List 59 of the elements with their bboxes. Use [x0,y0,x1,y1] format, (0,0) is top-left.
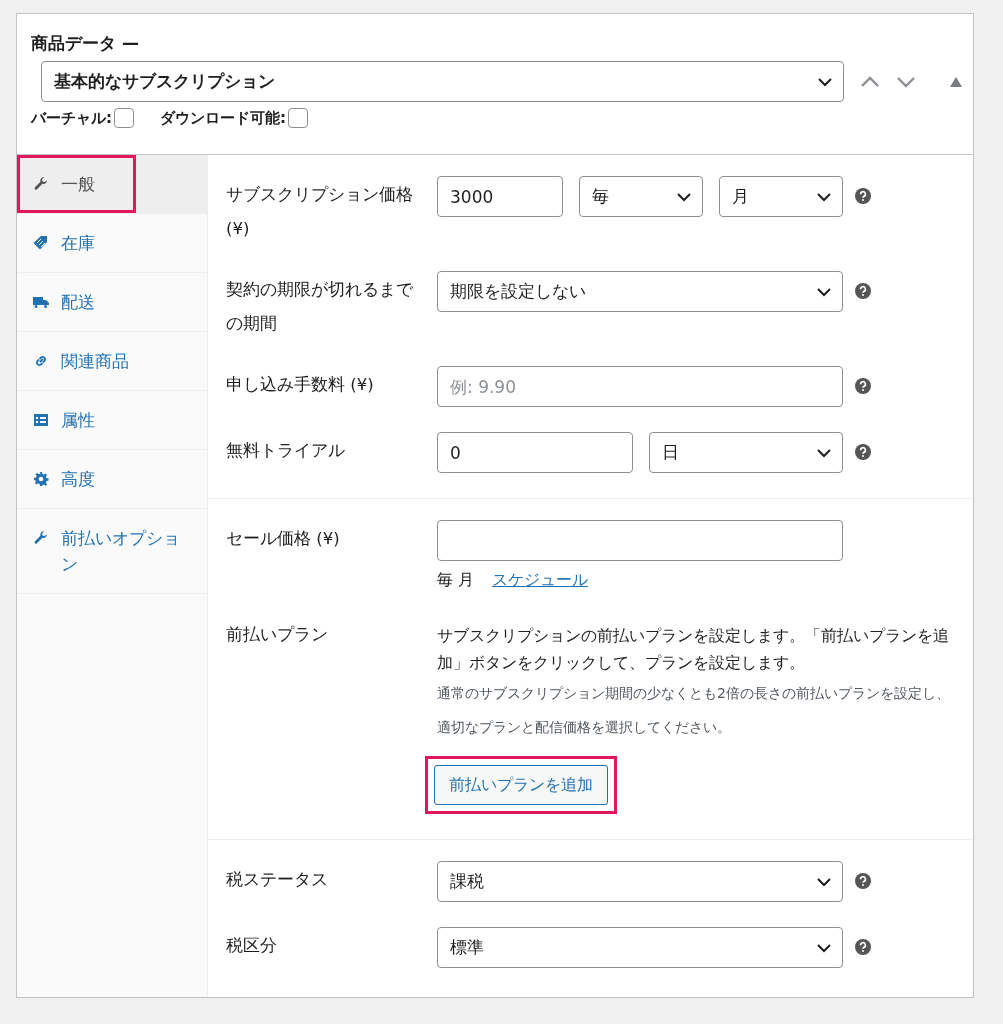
select-field[interactable]: 毎 [579,176,703,217]
option-label: ダウンロード可能: [160,108,286,128]
product-type-select[interactable]: 基本的なサブスクリプション [41,61,844,102]
collapse-icon[interactable] [950,76,962,87]
help-icon[interactable] [855,444,871,460]
chevron-down-icon [816,191,832,202]
chevron-down-icon [816,942,832,953]
select-field[interactable]: 日 [649,432,843,473]
select-field[interactable]: 標準 [437,927,843,968]
chevron-down-icon [816,286,832,297]
link-icon [33,353,49,369]
help-icon[interactable] [855,188,871,204]
description-text: サブスクリプションの前払いプランを設定します。「前払いプランを追加」ボタンをクリックして、プランを設定します。 [437,625,950,674]
field-label: 税ステータス [226,869,329,891]
list-card-icon [33,412,49,428]
select-field[interactable]: 月 [719,176,843,217]
move-down-icon[interactable] [896,75,916,88]
field-label: サブスクリプション価格 (¥) [226,184,414,240]
help-icon[interactable] [855,378,871,394]
panel-title: 商品データ — [31,32,140,55]
field-label: 前払いプラン [226,624,329,646]
field-label: セール価格 (¥) [226,528,341,550]
move-up-icon[interactable] [860,75,880,88]
checkbox[interactable] [114,108,134,128]
add-prepay-plan-button[interactable]: 前払いプランを追加 [434,765,608,805]
gear-icon [33,471,49,487]
field-label: 税区分 [226,935,278,957]
truck-icon [33,294,49,310]
checkbox[interactable] [288,108,308,128]
field-label: 契約の期限が切れるまでの期間 [226,279,414,335]
input-field[interactable]: 0 [437,432,633,473]
schedule-link[interactable]: スケジュール [492,569,589,591]
tag-icon [33,235,49,251]
field-label: 無料トライアル [226,440,346,462]
input-field[interactable]: 3000 [437,176,563,217]
help-icon[interactable] [855,283,871,299]
select-field[interactable]: 期限を設定しない [437,271,843,312]
option-label: バーチャル: [31,108,112,128]
sidebar-tab[interactable]: 在庫 [17,214,207,273]
wrench-icon [33,530,49,546]
sidebar-tab[interactable]: 配送 [17,273,207,332]
sidebar-tab[interactable]: 高度 [17,450,207,509]
sidebar-tab[interactable]: 一般 [17,155,207,214]
select-field[interactable]: 課税 [437,861,843,902]
input-field[interactable]: 例: 9.90 [437,366,843,407]
sidebar-tab[interactable]: 前払いオプション [17,509,207,594]
period-text: 毎 月 [437,569,475,591]
help-icon[interactable] [855,939,871,955]
field-label: 申し込み手数料 (¥) [226,374,375,396]
note-text: 通常のサブスクリプション期間の少なくとも2倍の長さの前払いプランを設定し、適切なプランと配信価格を選択してください。 [437,684,951,737]
chevron-down-icon [816,876,832,887]
chevron-down-icon [817,76,833,87]
chevron-down-icon [816,447,832,458]
sidebar-tab[interactable]: 属性 [17,391,207,450]
wrench-icon [33,176,49,192]
sidebar-tab[interactable]: 関連商品 [17,332,207,391]
input-field[interactable] [437,520,843,561]
help-icon[interactable] [855,873,871,889]
chevron-down-icon [676,191,692,202]
